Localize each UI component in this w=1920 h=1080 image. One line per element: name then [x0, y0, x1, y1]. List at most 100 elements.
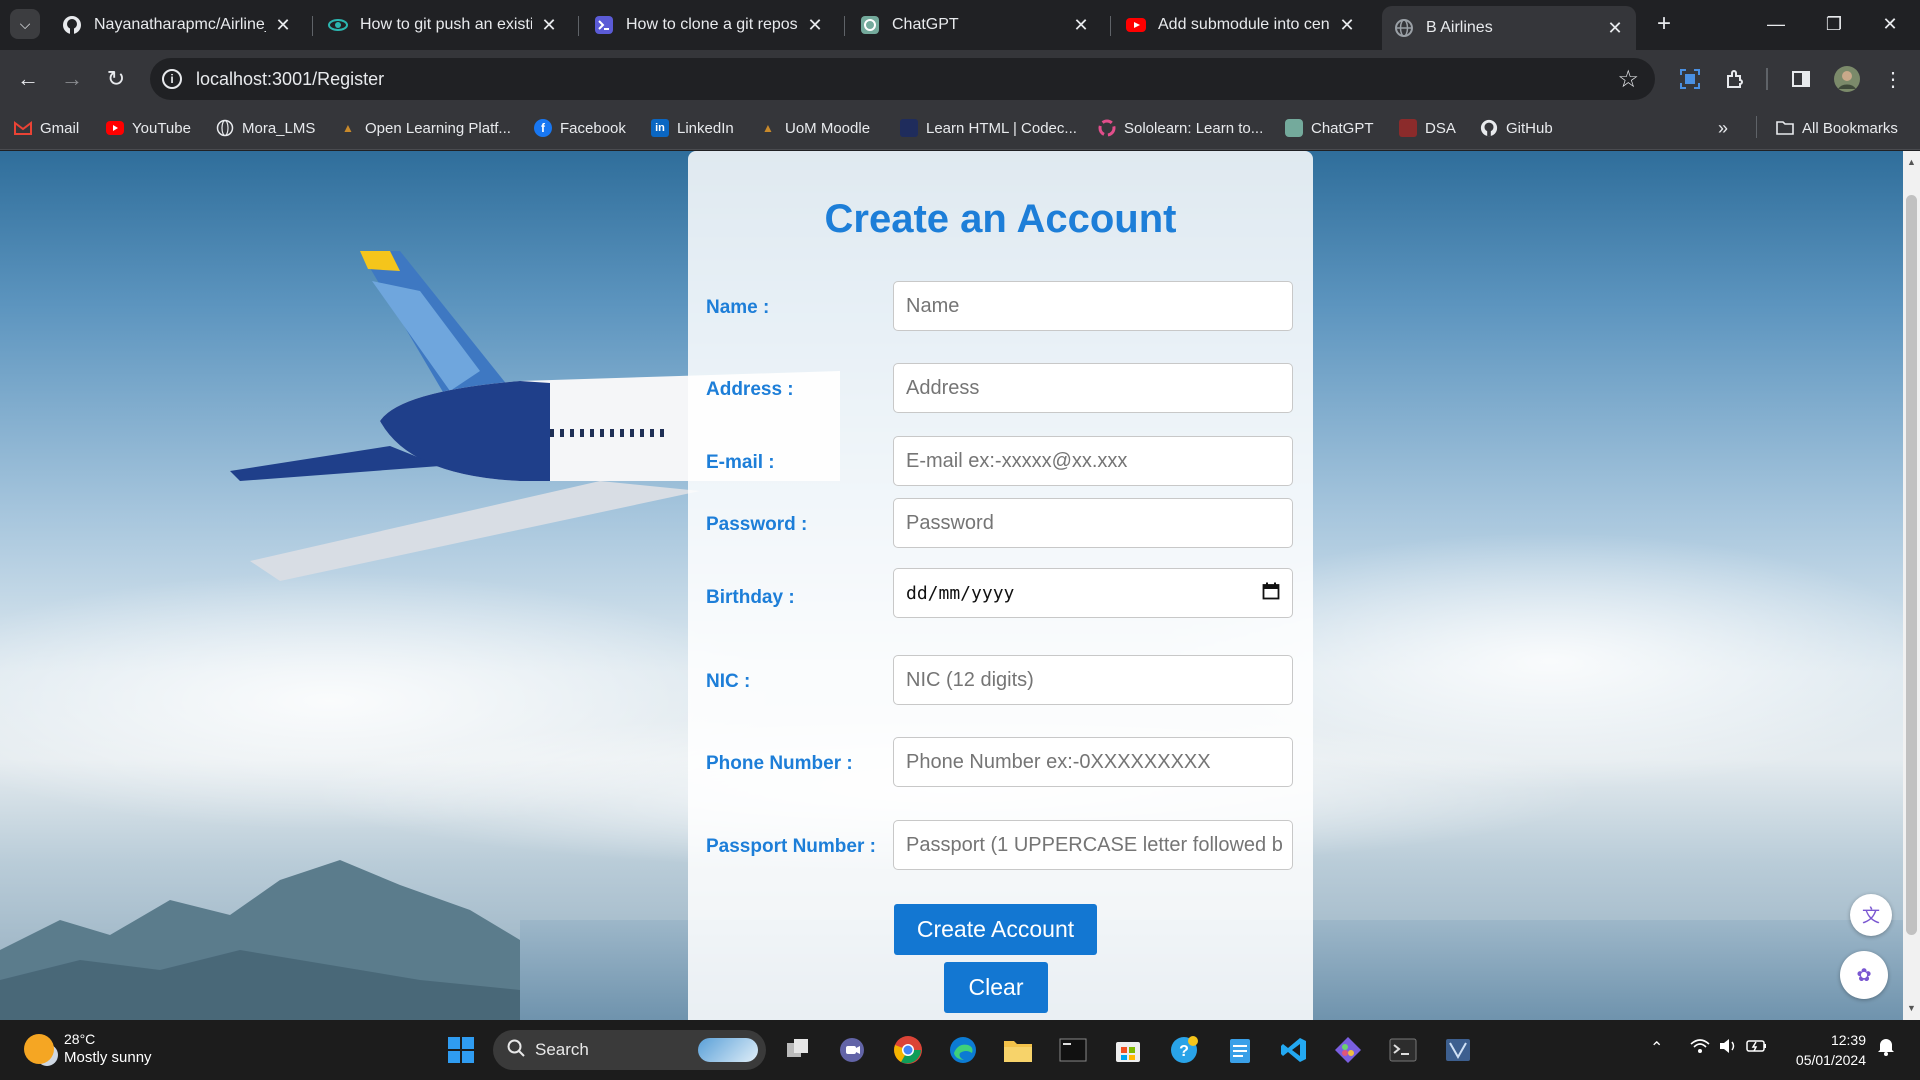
youtube-icon [106, 119, 124, 137]
help-tips-icon[interactable]: ? [1166, 1032, 1202, 1068]
email-label: E-mail : [706, 452, 775, 473]
taskbar-search[interactable]: Search [493, 1030, 766, 1070]
birthday-date-input[interactable]: dd/mm/yyyy [893, 568, 1293, 618]
bookmark-dsa[interactable]: DSA [1399, 116, 1456, 140]
extensions-icon[interactable] [1720, 64, 1750, 94]
all-bookmarks-button[interactable]: All Bookmarks [1776, 116, 1898, 140]
more-bookmarks-button[interactable]: » [1718, 116, 1728, 140]
bookmark-github[interactable]: GitHub [1480, 116, 1553, 140]
sololearn-icon [1098, 119, 1116, 137]
bookmark-learn-html[interactable]: Learn HTML | Codec... [900, 116, 1077, 140]
bookmark-open-learning[interactable]: ▲ Open Learning Platf... [339, 116, 511, 140]
menu-kebab-icon[interactable]: ⋮ [1878, 64, 1908, 94]
profile-avatar[interactable] [1832, 64, 1862, 94]
terminal-icon[interactable] [1385, 1032, 1421, 1068]
weather-condition: Mostly sunny [64, 1049, 152, 1066]
show-hidden-icons-button[interactable]: ⌃ [1650, 1038, 1663, 1058]
arrow-left-icon: ← [17, 66, 39, 91]
reload-button[interactable]: ↻ [100, 63, 132, 95]
tab-chatgpt[interactable]: ChatGPT ✕ [848, 6, 1102, 44]
brain-ai-widget-icon[interactable]: ✿ [1840, 951, 1888, 999]
password-input[interactable]: Password [893, 498, 1293, 548]
tab-git-clone[interactable]: How to clone a git reposito ✕ [582, 6, 836, 44]
page-scrollbar[interactable]: ▲ ▼ [1903, 151, 1920, 1020]
vscode-icon[interactable] [1276, 1032, 1312, 1068]
chevron-down-icon: ⌵ [19, 15, 31, 32]
system-clock[interactable]: 12:39 05/01/2024 [1786, 1030, 1866, 1070]
tab-title: Add submodule into centr [1158, 16, 1330, 33]
microsoft-store-icon[interactable] [1110, 1032, 1146, 1068]
sql-server-icon[interactable] [1440, 1032, 1476, 1068]
bookmark-star-icon[interactable]: ☆ [1617, 65, 1639, 94]
bookmark-linkedin[interactable]: in LinkedIn [651, 116, 734, 140]
tab-b-airlines[interactable]: B Airlines ✕ [1382, 6, 1636, 50]
scroll-up-icon[interactable]: ▲ [1907, 157, 1916, 167]
back-button[interactable]: ← [12, 63, 44, 95]
battery-icon[interactable] [1746, 1038, 1768, 1059]
form-title: Create an Account [824, 197, 1177, 241]
nic-input[interactable]: NIC (12 digits) [893, 655, 1293, 705]
scrollbar-thumb[interactable] [1906, 195, 1917, 935]
page-viewport: Create an Account Name : Name Address : … [0, 151, 1903, 1020]
info-icon[interactable]: i [162, 69, 182, 89]
address-input[interactable]: Address [893, 363, 1293, 413]
close-icon[interactable]: ✕ [274, 15, 292, 36]
minimize-button[interactable]: — [1756, 8, 1796, 40]
forward-button[interactable]: → [56, 63, 88, 95]
clock-date: 05/01/2024 [1795, 1052, 1866, 1068]
translate-widget-icon[interactable]: 文 [1850, 894, 1892, 936]
tab-search-button[interactable]: ⌵ [10, 9, 40, 39]
notification-bell-icon[interactable] [1876, 1036, 1896, 1061]
close-icon[interactable]: ✕ [806, 15, 824, 36]
tab-separator [312, 16, 313, 36]
address-bar[interactable]: i localhost:3001/Register ☆ [150, 58, 1655, 100]
wifi-icon[interactable] [1690, 1038, 1710, 1059]
create-account-button[interactable]: Create Account [894, 904, 1097, 955]
close-icon[interactable]: ✕ [1606, 18, 1624, 39]
close-icon[interactable]: ✕ [540, 15, 558, 36]
git-client-icon[interactable] [1330, 1032, 1366, 1068]
edge-icon[interactable] [945, 1032, 981, 1068]
github-icon [62, 15, 82, 35]
chrome-icon[interactable] [890, 1032, 926, 1068]
screenshot-icon[interactable] [1675, 64, 1705, 94]
close-icon[interactable]: ✕ [1338, 15, 1356, 36]
weather-widget[interactable]: 28°C Mostly sunny [24, 1030, 152, 1068]
plus-icon: + [1656, 10, 1671, 37]
youtube-icon [1126, 15, 1146, 35]
bookmark-uom-moodle[interactable]: ▲ UoM Moodle [759, 116, 870, 140]
name-input[interactable]: Name [893, 281, 1293, 331]
clear-button[interactable]: Clear [944, 962, 1048, 1013]
scroll-down-icon[interactable]: ▼ [1907, 1003, 1916, 1013]
phone-label: Phone Number : [706, 753, 853, 774]
passport-input[interactable]: Passport (1 UPPERCASE letter followed b [893, 820, 1293, 870]
phone-input[interactable]: Phone Number ex:-0XXXXXXXXX [893, 737, 1293, 787]
volume-icon[interactable] [1718, 1038, 1738, 1059]
gmail-icon [14, 119, 32, 137]
dsa-icon [1399, 119, 1417, 137]
bookmark-youtube[interactable]: YouTube [106, 116, 191, 140]
bookmark-facebook[interactable]: f Facebook [534, 116, 626, 140]
console-icon[interactable] [1055, 1032, 1091, 1068]
tab-submodule[interactable]: Add submodule into centr ✕ [1114, 6, 1368, 44]
arrow-right-icon: → [61, 66, 83, 91]
bookmark-chatgpt[interactable]: ChatGPT [1285, 116, 1374, 140]
calendar-icon[interactable] [1262, 582, 1280, 605]
bookmark-sololearn[interactable]: Sololearn: Learn to... [1098, 116, 1263, 140]
close-icon[interactable]: ✕ [1072, 15, 1090, 36]
tab-git-push[interactable]: How to git push an existing ✕ [316, 6, 570, 44]
url-text[interactable]: localhost:3001/Register [196, 69, 384, 90]
notepad-icon[interactable] [1222, 1032, 1258, 1068]
new-tab-button[interactable]: + [1650, 10, 1678, 38]
email-input[interactable]: E-mail ex:-xxxxx@xx.xxx [893, 436, 1293, 486]
bookmark-gmail[interactable]: Gmail [14, 116, 79, 140]
start-button[interactable] [443, 1032, 479, 1068]
teams-chat-icon[interactable] [834, 1032, 870, 1068]
close-window-button[interactable]: ✕ [1870, 8, 1910, 40]
restore-button[interactable]: ❐ [1814, 8, 1854, 40]
task-view-icon[interactable] [780, 1032, 816, 1068]
tab-github[interactable]: Nayanatharapmc/Airline_R ✕ [50, 6, 304, 44]
file-explorer-icon[interactable] [1000, 1032, 1036, 1068]
side-panel-icon[interactable] [1786, 64, 1816, 94]
bookmark-mora-lms[interactable]: Mora_LMS [216, 116, 315, 140]
